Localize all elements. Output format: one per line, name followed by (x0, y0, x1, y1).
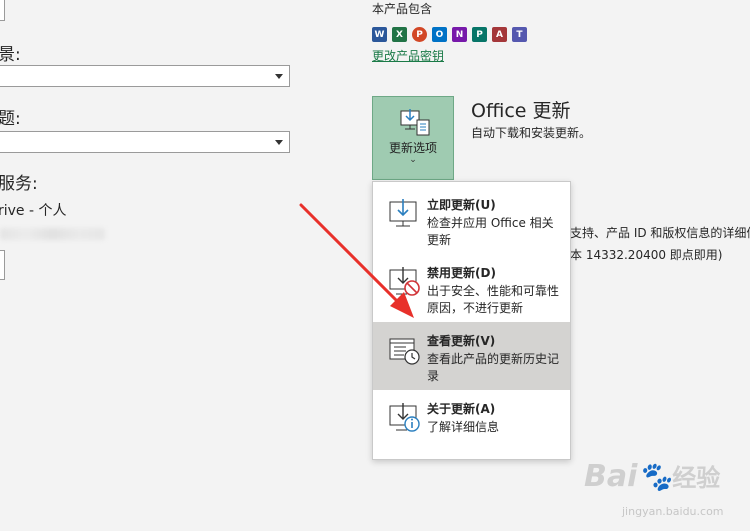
baidu-brand: Bai (584, 459, 638, 494)
red-arrow-annotation (299, 203, 414, 318)
baidu-url: jingyan.baidu.com (622, 505, 724, 518)
baidu-brand-cn: 经验 (672, 464, 721, 492)
baidu-watermark: Bai🐾经验 (584, 459, 721, 494)
